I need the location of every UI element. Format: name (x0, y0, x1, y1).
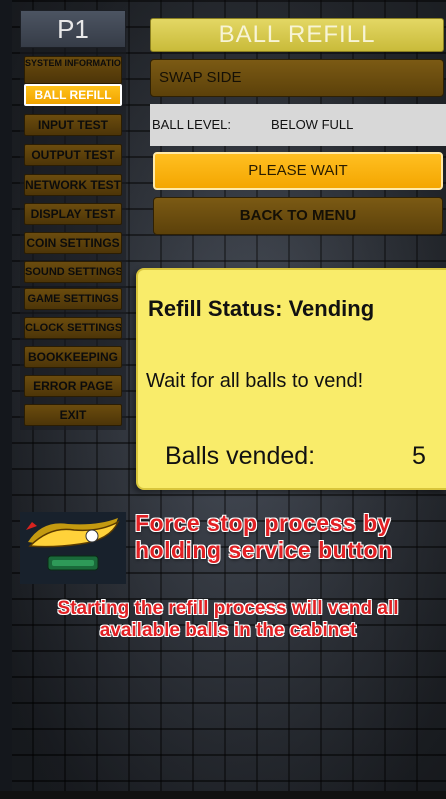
player-header: P1 (20, 10, 126, 48)
sidebar: SYSTEM INFORMATION BALL REFILL INPUT TES… (20, 48, 126, 430)
sidebar-item-coin-settings[interactable]: COIN SETTINGS (24, 232, 122, 254)
refill-status-card: Refill Status: Vending Wait for all ball… (136, 268, 446, 490)
putt-it-logo-icon (20, 512, 126, 584)
sidebar-item-error-page[interactable]: ERROR PAGE (24, 375, 122, 397)
sidebar-item-output-test[interactable]: OUTPUT TEST (24, 144, 122, 166)
sidebar-item-network-test[interactable]: NETWORK TEST (24, 174, 122, 196)
page-title: BALL REFILL (150, 18, 444, 52)
force-stop-notice: Force stop process by holding service bu… (135, 510, 393, 563)
sidebar-item-system-information[interactable]: SYSTEM INFORMATION (24, 56, 122, 84)
sidebar-item-clock-settings[interactable]: CLOCK SETTINGS (24, 317, 122, 339)
ball-level-label: BALL LEVEL: (152, 117, 232, 132)
sidebar-item-ball-refill[interactable]: BALL REFILL (24, 84, 122, 106)
sidebar-item-game-settings[interactable]: GAME SETTINGS (24, 288, 122, 310)
sidebar-item-input-test[interactable]: INPUT TEST (24, 114, 122, 136)
ball-level-value: BELOW FULL (271, 117, 354, 132)
left-edge (0, 0, 12, 799)
sidebar-item-sound-settings[interactable]: SOUND SETTINGS (24, 261, 122, 283)
refill-start-notice: Starting the refill process will vend al… (57, 598, 399, 641)
refill-status-title: Refill Status: Vending (148, 296, 375, 321)
refill-status-message: Wait for all balls to vend! (146, 370, 364, 392)
sidebar-item-bookkeeping[interactable]: BOOKKEEPING (24, 346, 122, 368)
sidebar-item-display-test[interactable]: DISPLAY TEST (24, 203, 122, 225)
ball-level-row: BALL LEVEL: BELOW FULL (150, 104, 446, 146)
balls-vended-count: 5 (412, 442, 426, 470)
balls-vended-label: Balls vended: (165, 442, 316, 470)
please-wait-button[interactable]: PLEASE WAIT (153, 152, 443, 190)
sidebar-item-exit[interactable]: EXIT (24, 404, 122, 426)
bottom-edge (0, 791, 446, 799)
back-to-menu-button[interactable]: BACK TO MENU (153, 197, 443, 235)
swap-side-button[interactable]: SWAP SIDE (150, 59, 444, 97)
